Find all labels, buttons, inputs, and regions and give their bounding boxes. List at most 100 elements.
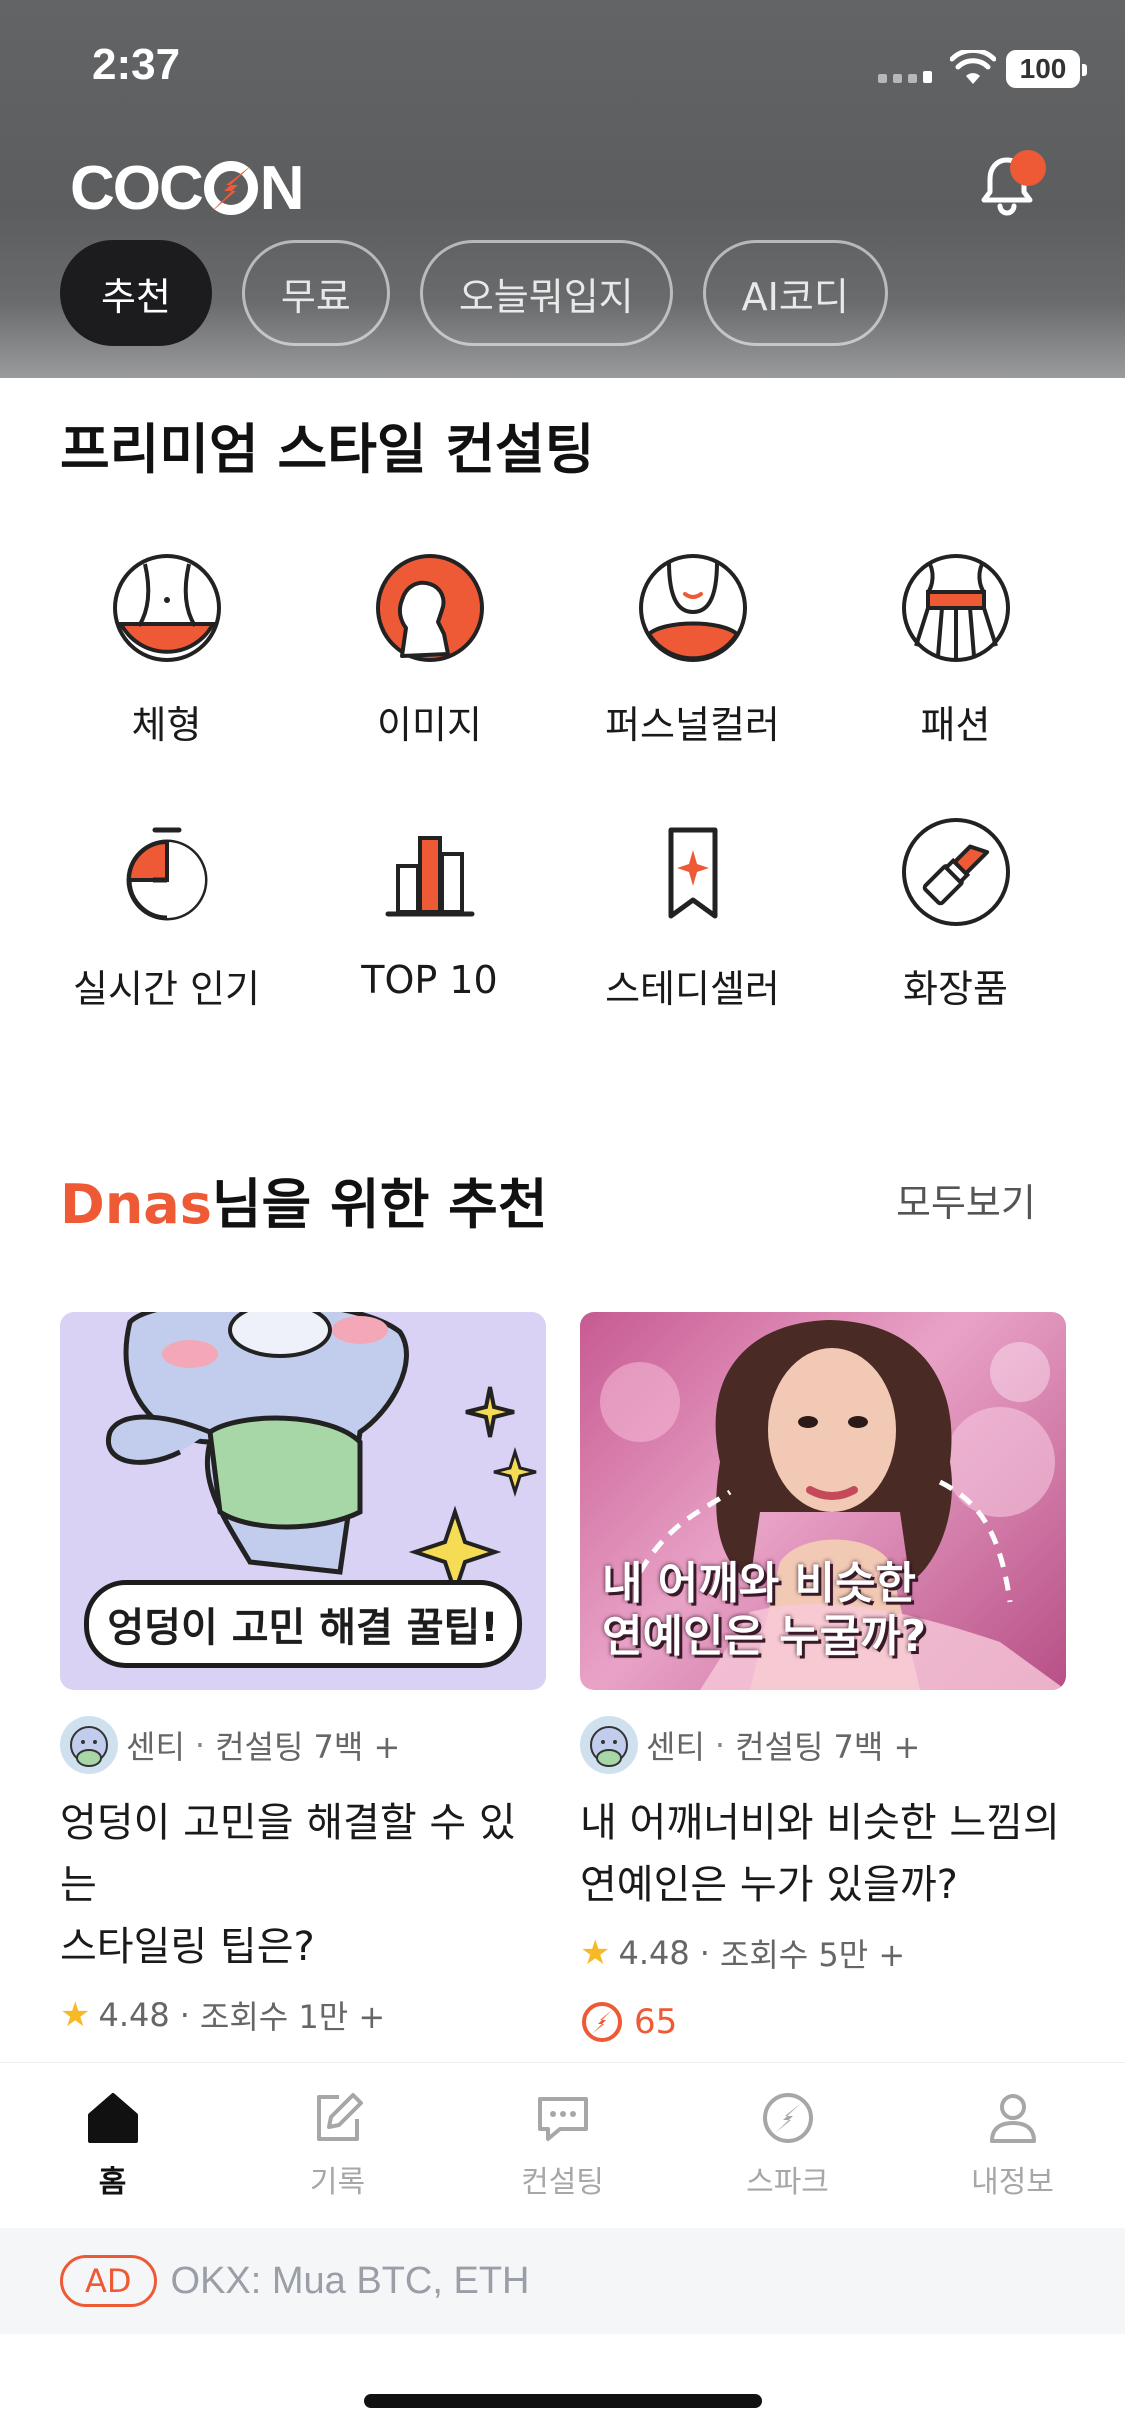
author-name: 센티 xyxy=(646,1728,705,1766)
rating-value: 4.48 xyxy=(98,1996,170,2034)
cellular-signal-icon xyxy=(878,71,932,83)
see-all-link[interactable]: 모두보기 xyxy=(896,1172,1036,1227)
fashion-icon xyxy=(901,554,1010,662)
consulting-label-body: 체형 xyxy=(131,703,202,747)
card-points: 65 xyxy=(580,2000,1066,2044)
chip-ai-coordi[interactable]: AI코디 xyxy=(702,240,888,346)
tab-spark-label: 스파크 xyxy=(746,2165,829,2200)
mascot-illustration xyxy=(105,1312,537,1599)
tab-spark[interactable]: 스파크 xyxy=(675,2063,900,2228)
card-image-caption-line1: 내 어깨와 비슷한 xyxy=(602,1558,916,1610)
card-thumbnail: 내 어깨와 비슷한 연예인은 누굴까? xyxy=(580,1312,1066,1690)
header: 2:37 100 COC N 추천 무료 오늘뭐입지 AI코디 xyxy=(0,0,1125,378)
consult-count: 컨설팅 7백 + xyxy=(215,1728,401,1766)
mascot-avatar-icon xyxy=(590,1726,628,1767)
recommend-user-name: Dnas xyxy=(60,1173,212,1236)
spark-compass-icon xyxy=(762,2093,813,2143)
tab-home[interactable]: 홈 xyxy=(0,2063,225,2228)
home-indicator[interactable] xyxy=(364,2394,762,2408)
stats-separator: · xyxy=(179,1996,190,2034)
author-avatar xyxy=(580,1716,638,1774)
home-icon xyxy=(87,2093,138,2143)
lipstick-icon xyxy=(901,818,1010,926)
view-count: 조회수 5만 + xyxy=(719,1936,906,1974)
author-name: 센티 xyxy=(126,1728,185,1766)
card-meta: 센티 · 컨설팅 7백 + xyxy=(580,1716,1066,1774)
consulting-label-realtime: 실시간 인기 xyxy=(73,967,260,1011)
consulting-item-fashion[interactable]: 패션 xyxy=(824,550,1087,814)
card-stats: ★ 4.48 · 조회수 1만 + xyxy=(60,1992,546,2038)
mascot-avatar-icon xyxy=(70,1726,108,1767)
tab-home-label: 홈 xyxy=(98,2165,127,2200)
tab-my-info[interactable]: 내정보 xyxy=(900,2063,1125,2228)
card-title: 엉덩이 고민을 해결할 수 있는 스타일링 팁은? xyxy=(60,1792,546,1978)
chip-what-to-wear[interactable]: 오늘뭐입지 xyxy=(419,240,673,346)
card-title-line2: 스타일링 팁은? xyxy=(60,1924,315,1970)
edit-icon xyxy=(316,2093,363,2141)
card-title-line1: 엉덩이 고민을 해결할 수 있는 xyxy=(60,1800,516,1908)
meta-separator: · xyxy=(714,1726,726,1764)
chat-icon xyxy=(537,2097,588,2141)
card-image-caption: 엉덩이 고민 해결 꿀팁! xyxy=(84,1580,522,1668)
recommend-title-suffix: 님을 위한 추천 xyxy=(211,1173,548,1236)
tab-my-info-label: 내정보 xyxy=(971,2165,1054,2200)
wifi-icon xyxy=(950,50,996,84)
ad-banner[interactable]: AD OKX: Mua BTC, ETH xyxy=(0,2228,1125,2334)
author-avatar xyxy=(60,1716,118,1774)
logo-spark-icon xyxy=(203,161,258,215)
consulting-label-image: 이미지 xyxy=(377,703,482,747)
consulting-item-body[interactable]: 체형 xyxy=(35,550,298,814)
bottom-tab-bar: 홈 기록 컨설팅 스파크 내정보 xyxy=(0,2062,1125,2228)
consulting-item-top10[interactable]: TOP 10 xyxy=(298,814,561,1078)
notification-badge xyxy=(1010,150,1046,186)
card-image-caption-line2: 연예인은 누굴까? xyxy=(602,1611,927,1663)
card-title: 내 어깨너비와 비슷한 느낌의 연예인은 누가 있을까? xyxy=(580,1792,1066,1916)
card-title-line2: 연예인은 누가 있을까? xyxy=(580,1862,958,1908)
view-count: 조회수 1만 + xyxy=(199,1998,386,2036)
consulting-label-cosmetics: 화장품 xyxy=(903,967,1008,1011)
consulting-item-steady[interactable]: 스테디셀러 xyxy=(561,814,824,1078)
card-image-caption: 내 어깨와 비슷한 연예인은 누굴까? xyxy=(602,1558,926,1664)
star-icon: ★ xyxy=(580,1933,611,1973)
filter-chips: 추천 무료 오늘뭐입지 AI코디 xyxy=(60,240,888,346)
meta-separator: · xyxy=(194,1726,206,1764)
card-meta: 센티 · 컨설팅 7백 + xyxy=(60,1716,546,1774)
ad-badge: AD xyxy=(60,2255,157,2307)
consulting-label-top10: TOP 10 xyxy=(361,958,498,1002)
ad-text: OKX: Mua BTC, ETH xyxy=(170,2259,530,2302)
consulting-label-fashion: 패션 xyxy=(920,703,991,747)
tab-records-label: 기록 xyxy=(309,2165,366,2200)
stats-separator: · xyxy=(699,1934,710,1972)
logo-text-left: COC xyxy=(70,153,204,223)
recommend-title: Dnas님을 위한 추천 xyxy=(60,1160,548,1239)
image-profile-icon xyxy=(375,554,484,662)
consult-count: 컨설팅 7백 + xyxy=(735,1728,921,1766)
consulting-label-steady: 스테디셀러 xyxy=(605,967,780,1011)
battery-icon: 100 xyxy=(1006,50,1087,88)
consulting-grid: 체형 이미지 퍼스널컬러 패션 실시간 인기 TOP 10 스테디셀러 화장품 xyxy=(0,550,1125,1078)
chip-free[interactable]: 무료 xyxy=(241,240,390,346)
tab-records[interactable]: 기록 xyxy=(225,2063,450,2228)
tab-consulting[interactable]: 컨설팅 xyxy=(450,2063,675,2228)
bar-chart-icon xyxy=(385,836,474,917)
rating-value: 4.48 xyxy=(618,1934,690,1972)
timer-icon xyxy=(126,827,207,921)
consulting-item-image[interactable]: 이미지 xyxy=(298,550,561,814)
star-icon: ★ xyxy=(60,1995,91,2035)
consulting-title: 프리미엄 스타일 컨설팅 xyxy=(60,418,595,481)
chip-recommend[interactable]: 추천 xyxy=(60,240,212,346)
consulting-item-cosmetics[interactable]: 화장품 xyxy=(824,814,1087,1078)
status-time: 2:37 xyxy=(92,40,181,89)
bookmark-icon xyxy=(668,827,717,919)
card-title-line1: 내 어깨너비와 비슷한 느낌의 xyxy=(580,1800,1060,1846)
person-icon xyxy=(989,2094,1036,2143)
tab-consulting-label: 컨설팅 xyxy=(521,2165,604,2200)
card-stats: ★ 4.48 · 조회수 5만 + xyxy=(580,1930,1066,1976)
body-shape-icon xyxy=(112,554,221,662)
consulting-item-realtime[interactable]: 실시간 인기 xyxy=(35,814,298,1078)
recommend-card[interactable]: 엉덩이 고민 해결 꿀팁! 센티 · 컨설팅 7백 + 엉덩이 고민을 해결할 … xyxy=(60,1312,546,2106)
consulting-label-personal-color: 퍼스널컬러 xyxy=(605,703,780,747)
consulting-item-personal-color[interactable]: 퍼스널컬러 xyxy=(561,550,824,814)
recommend-card[interactable]: 내 어깨와 비슷한 연예인은 누굴까? 센티 · 컨설팅 7백 + 내 어깨너비… xyxy=(580,1312,1066,2044)
logo-text-right: N xyxy=(259,153,305,223)
